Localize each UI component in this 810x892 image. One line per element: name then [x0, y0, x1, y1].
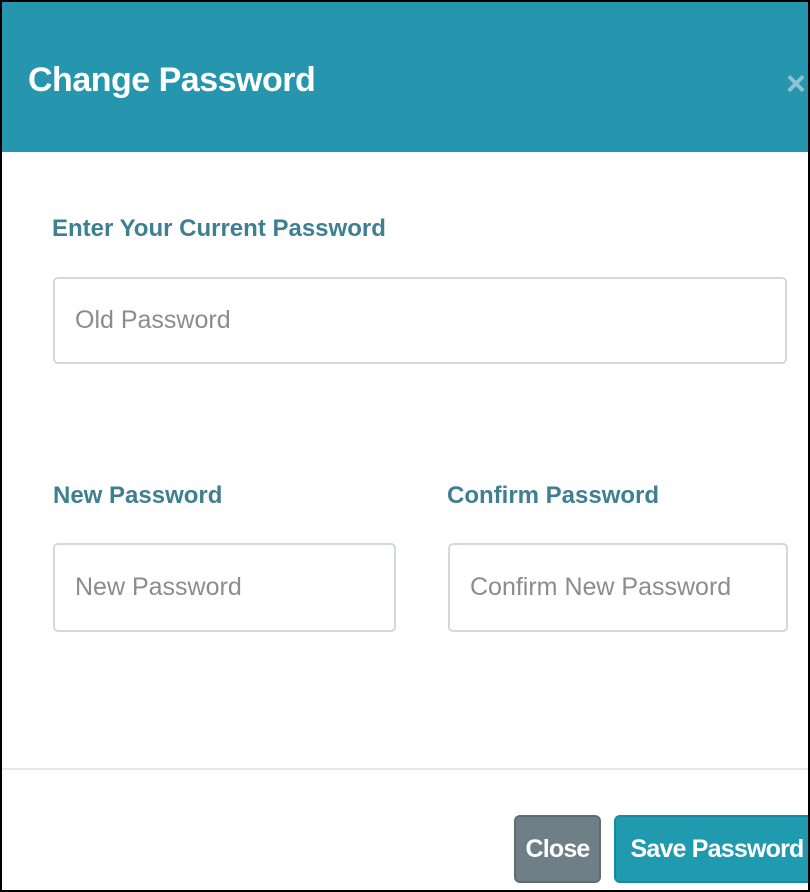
confirm-password-label: Confirm Password	[447, 482, 660, 509]
new-password-label: New Password	[53, 482, 223, 509]
modal-title: Change Password	[28, 61, 316, 99]
change-password-modal: Change Password × Enter Your Current Pas…	[0, 0, 810, 892]
modal-footer: Close Save Password	[2, 768, 808, 890]
current-password-label: Enter Your Current Password	[52, 215, 386, 242]
current-password-input[interactable]	[53, 277, 787, 364]
modal-header: Change Password ×	[2, 2, 808, 152]
new-password-input[interactable]	[53, 543, 396, 632]
close-icon[interactable]: ×	[786, 64, 808, 104]
save-password-button[interactable]: Save Password	[614, 815, 808, 883]
close-button[interactable]: Close	[514, 815, 601, 883]
confirm-password-input[interactable]	[448, 543, 788, 632]
